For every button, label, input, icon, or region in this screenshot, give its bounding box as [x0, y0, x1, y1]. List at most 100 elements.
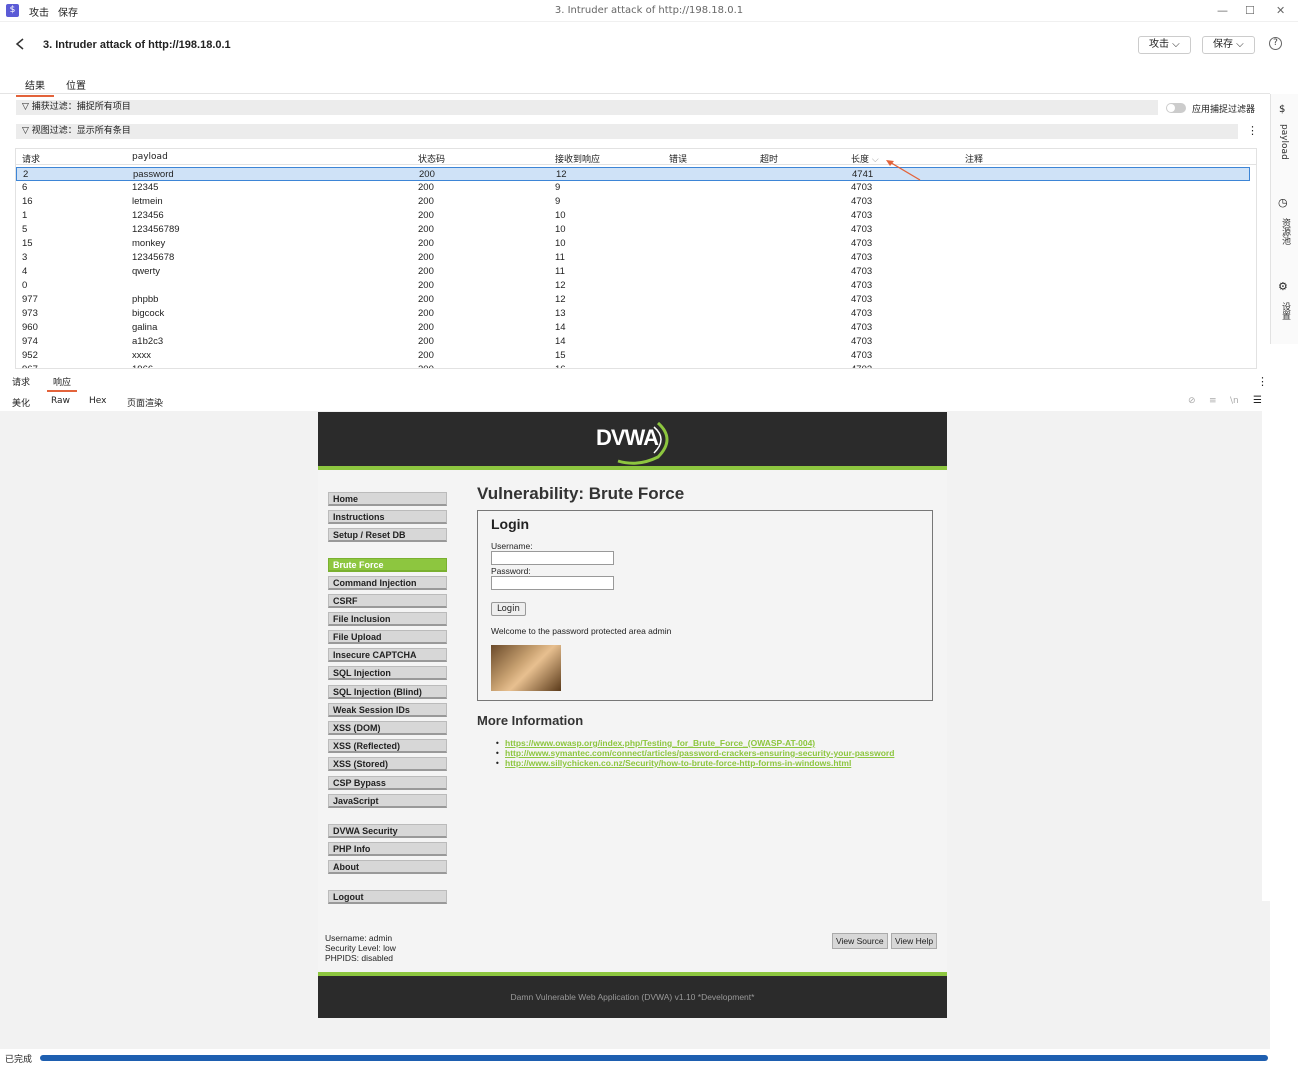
newline-icon[interactable]: \n: [1230, 396, 1239, 406]
col-error[interactable]: 错误: [669, 152, 687, 165]
tab-request[interactable]: 请求: [6, 375, 36, 390]
welcome-message: Welcome to the password protected area a…: [491, 626, 672, 636]
phpids-info: PHPIDS: disabled: [325, 953, 394, 963]
apply-capture-filter-toggle[interactable]: [1166, 103, 1186, 113]
nav-logout[interactable]: Logout: [328, 890, 447, 904]
nav-home[interactable]: Home: [328, 492, 447, 506]
col-request[interactable]: 请求: [22, 152, 40, 165]
page-heading: Vulnerability: Brute Force: [477, 484, 685, 503]
nav-file-inclusion[interactable]: File Inclusion: [328, 612, 447, 626]
view-source-button[interactable]: View Source: [832, 933, 888, 949]
tab-results[interactable]: 结果: [16, 77, 54, 97]
view-help-button[interactable]: View Help: [891, 933, 938, 949]
cell-req: 4: [22, 266, 28, 277]
scrollbar[interactable]: [1262, 411, 1270, 901]
more-options-icon[interactable]: ⋮: [1257, 375, 1268, 388]
wrap-icon[interactable]: ≡: [1209, 396, 1217, 406]
capture-filter-bar[interactable]: ▽ 捕获过滤：捕捉所有项目: [16, 100, 1158, 115]
col-payload[interactable]: payload: [132, 152, 168, 162]
sidebar-settings[interactable]: 设置: [1279, 302, 1292, 320]
attack-dropdown-button[interactable]: 攻击 ⌵: [1138, 36, 1191, 54]
table-header: 请求 payload 状态码 接收到响应 错误 超时 长度 ⌵ 注释: [16, 149, 1256, 165]
link-sillychicken[interactable]: http://www.sillychicken.co.nz/Security/h…: [505, 758, 851, 768]
table-row[interactable]: 1 123456 200 10 4703: [16, 209, 1250, 223]
nav-weak-session-ids[interactable]: Weak Session IDs: [328, 703, 447, 717]
nav-csrf[interactable]: CSRF: [328, 594, 447, 608]
menu-icon[interactable]: ☰: [1253, 395, 1262, 406]
nav-command-injection[interactable]: Command Injection: [328, 576, 447, 590]
table-row[interactable]: 974 a1b2c3 200 14 4703: [16, 335, 1250, 349]
nav-instructions[interactable]: Instructions: [328, 510, 447, 524]
password-input[interactable]: [491, 576, 614, 590]
table-row[interactable]: 15 monkey 200 10 4703: [16, 237, 1250, 251]
view-filter-bar[interactable]: ▽ 视图过滤：显示所有条目: [16, 124, 1238, 139]
nav-javascript[interactable]: JavaScript: [328, 794, 447, 808]
col-response-received[interactable]: 接收到响应: [555, 152, 600, 165]
payload-icon: $: [1279, 104, 1286, 115]
table-row[interactable]: 977 phpbb 200 12 4703: [16, 293, 1250, 307]
col-timeout[interactable]: 超时: [760, 152, 778, 165]
attack-title: 3. Intruder attack of http://198.18.0.1: [43, 39, 231, 51]
cell-recv: 12: [555, 280, 566, 291]
close-icon[interactable]: ✕: [1276, 4, 1285, 17]
cell-len: 4703: [851, 336, 873, 347]
nav-xss-dom[interactable]: XSS (DOM): [328, 721, 447, 735]
cell-payload: galina: [132, 322, 158, 333]
back-icon[interactable]: [14, 37, 28, 51]
col-length[interactable]: 长度 ⌵: [851, 152, 879, 165]
minimize-icon[interactable]: —: [1217, 4, 1228, 17]
maximize-icon[interactable]: ☐: [1245, 4, 1255, 17]
nav-brute-force[interactable]: Brute Force: [328, 558, 447, 572]
table-row[interactable]: 5 123456789 200 10 4703: [16, 223, 1250, 237]
col-comment[interactable]: 注释: [965, 152, 983, 165]
cell-req: 2: [23, 169, 29, 180]
cell-req: 3: [22, 252, 28, 263]
nav-sql-injection-blind[interactable]: SQL Injection (Blind): [328, 685, 447, 699]
table-row[interactable]: 3 12345678 200 11 4703: [16, 251, 1250, 265]
nav-sql-injection[interactable]: SQL Injection: [328, 666, 447, 680]
filter-icon: ▽: [22, 126, 32, 136]
col-status[interactable]: 状态码: [418, 152, 445, 165]
nav-csp-bypass[interactable]: CSP Bypass: [328, 776, 447, 790]
subtab-pretty[interactable]: 美化: [6, 396, 36, 412]
table-row[interactable]: 960 galina 200 14 4703: [16, 321, 1250, 335]
more-options-icon[interactable]: ⋮: [1247, 124, 1258, 137]
cell-status: 200: [418, 224, 434, 235]
nav-about[interactable]: About: [328, 860, 447, 874]
nav-dvwa-security[interactable]: DVWA Security: [328, 824, 447, 838]
nav-file-upload[interactable]: File Upload: [328, 630, 447, 644]
cell-req: 1: [22, 210, 28, 221]
subtab-raw[interactable]: Raw: [45, 396, 76, 409]
sidebar-payload[interactable]: payload: [1279, 124, 1289, 160]
table-row[interactable]: 973 bigcock 200 13 4703: [16, 307, 1250, 321]
save-dropdown-button[interactable]: 保存 ⌵: [1202, 36, 1255, 54]
nav-xss-stored[interactable]: XSS (Stored): [328, 757, 447, 771]
nav-setup-reset-db[interactable]: Setup / Reset DB: [328, 528, 447, 542]
nav-xss-reflected[interactable]: XSS (Reflected): [328, 739, 447, 753]
table-row[interactable]: 6 12345 200 9 4703: [16, 181, 1250, 195]
more-info-heading: More Information: [477, 713, 584, 728]
sidebar-resource-pool[interactable]: 资源池: [1279, 218, 1292, 245]
link-owasp[interactable]: https://www.owasp.org/index.php/Testing_…: [505, 738, 815, 748]
cell-payload: letmein: [132, 196, 163, 207]
subtab-hex[interactable]: Hex: [83, 396, 112, 409]
cell-recv: 16: [555, 364, 566, 368]
help-icon[interactable]: ?: [1269, 37, 1282, 50]
cell-len: 4703: [851, 224, 873, 235]
username-input[interactable]: [491, 551, 614, 565]
table-row[interactable]: 4 qwerty 200 11 4703: [16, 265, 1250, 279]
cell-payload: 12345: [132, 182, 159, 193]
nav-php-info[interactable]: PHP Info: [328, 842, 447, 856]
table-row[interactable]: 967 1966 200 16 4703: [16, 363, 1250, 368]
dvwa-footer: Damn Vulnerable Web Application (DVWA) v…: [318, 972, 947, 1018]
table-row[interactable]: 16 letmein 200 9 4703: [16, 195, 1250, 209]
link-symantec[interactable]: http://www.symantec.com/connect/articles…: [505, 748, 894, 758]
nav-insecure-captcha[interactable]: Insecure CAPTCHA: [328, 648, 447, 662]
cell-status: 200: [418, 364, 434, 368]
tab-response[interactable]: 响应: [47, 375, 78, 392]
table-row[interactable]: 2 password 200 12 4741: [16, 167, 1250, 181]
table-row[interactable]: 0 200 12 4703: [16, 279, 1250, 293]
table-row[interactable]: 952 xxxx 200 15 4703: [16, 349, 1250, 363]
login-button[interactable]: Login: [491, 602, 526, 616]
hide-icon[interactable]: ⊘: [1188, 396, 1196, 406]
